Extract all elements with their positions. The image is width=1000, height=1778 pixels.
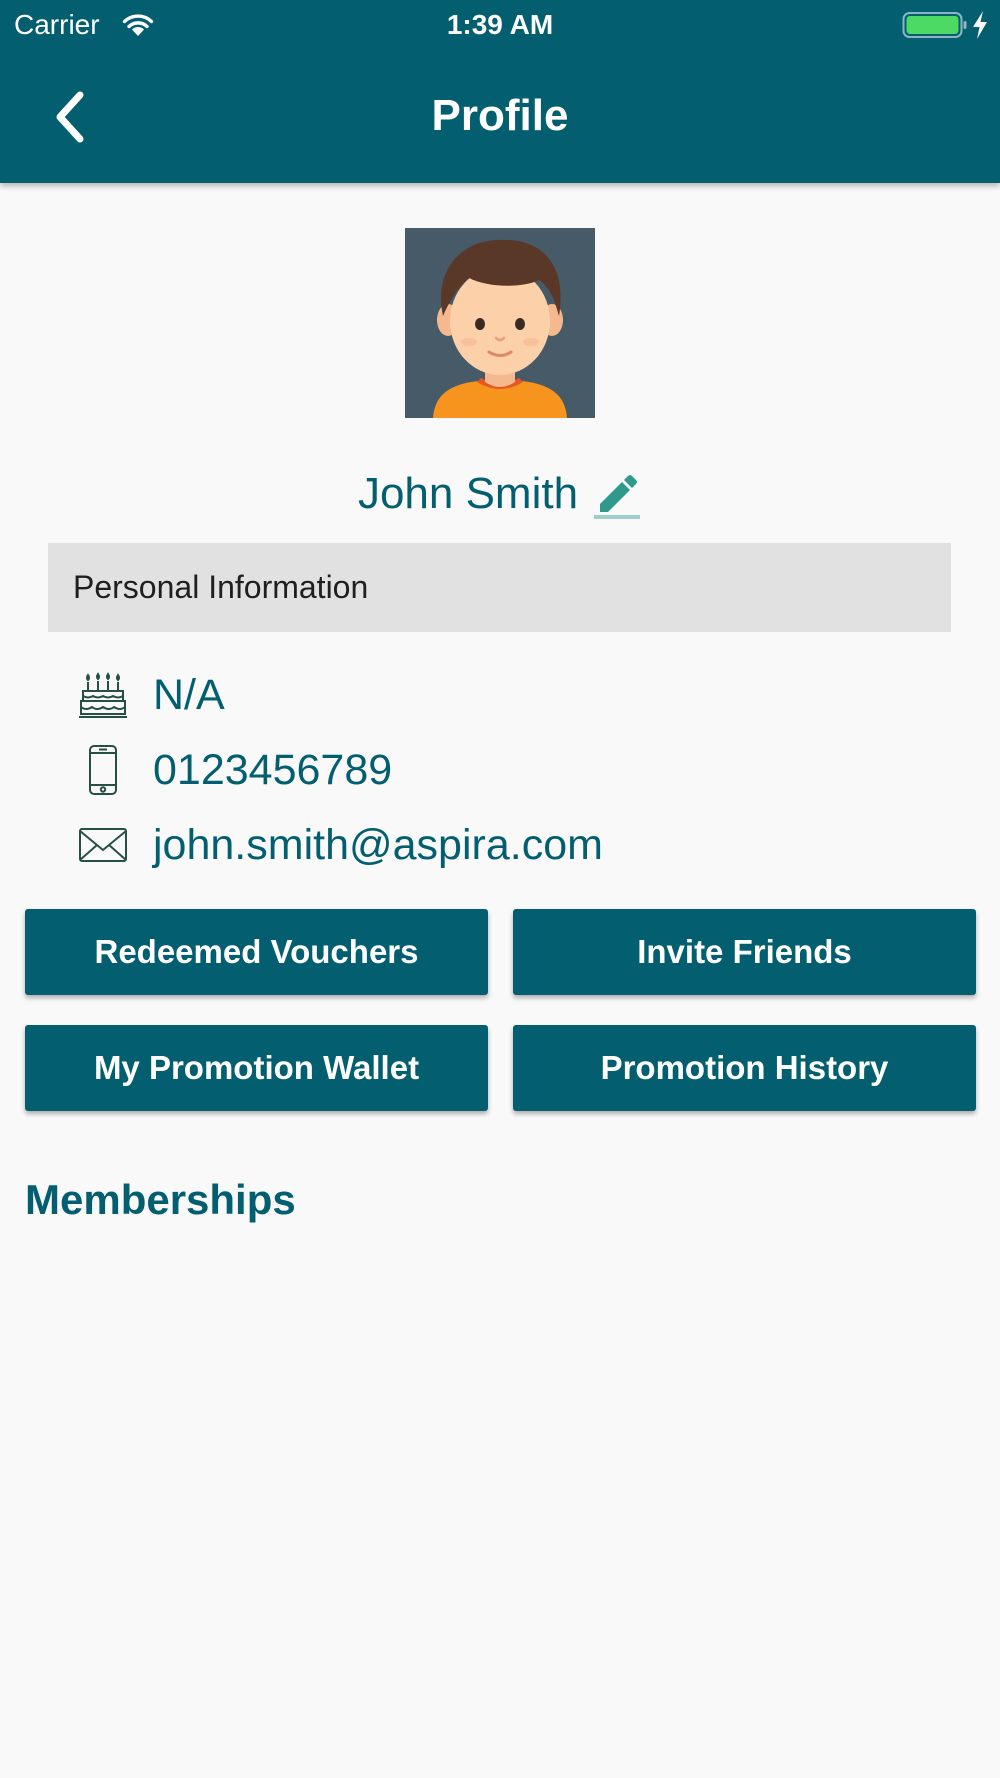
birthday-value: N/A — [153, 671, 225, 719]
avatar[interactable] — [405, 228, 595, 418]
invite-friends-button[interactable]: Invite Friends — [513, 909, 976, 995]
promotion-wallet-button[interactable]: My Promotion Wallet — [25, 1025, 488, 1111]
charging-bolt-icon — [973, 11, 987, 39]
email-row: john.smith@aspira.com — [78, 815, 958, 875]
mobile-phone-icon — [89, 745, 117, 795]
profile-name-row: John Smith — [0, 464, 1000, 524]
envelope-icon — [79, 828, 127, 862]
profile-name: John Smith — [357, 469, 579, 518]
edit-name-pencil-icon[interactable] — [592, 468, 642, 520]
promotion-history-button[interactable]: Promotion History — [513, 1025, 976, 1111]
page-title: Profile — [431, 91, 569, 140]
battery-icon — [902, 12, 967, 38]
personal-info-header: Personal Information — [48, 543, 951, 632]
avatar-illustration — [405, 228, 595, 418]
status-time: 1:39 AM — [446, 9, 554, 40]
birthday-row: N/A — [78, 665, 958, 725]
email-value: john.smith@aspira.com — [153, 821, 603, 869]
personal-info-header-label: Personal Information — [73, 569, 369, 605]
phone-value: 0123456789 — [153, 746, 393, 794]
birthday-cake-icon — [79, 672, 127, 718]
memberships-heading: Memberships — [25, 1176, 296, 1223]
redeemed-vouchers-button[interactable]: Redeemed Vouchers — [25, 909, 488, 995]
top-bar: Carrier 1:39 AM Profile — [0, 0, 1000, 183]
phone-row: 0123456789 — [78, 740, 958, 800]
